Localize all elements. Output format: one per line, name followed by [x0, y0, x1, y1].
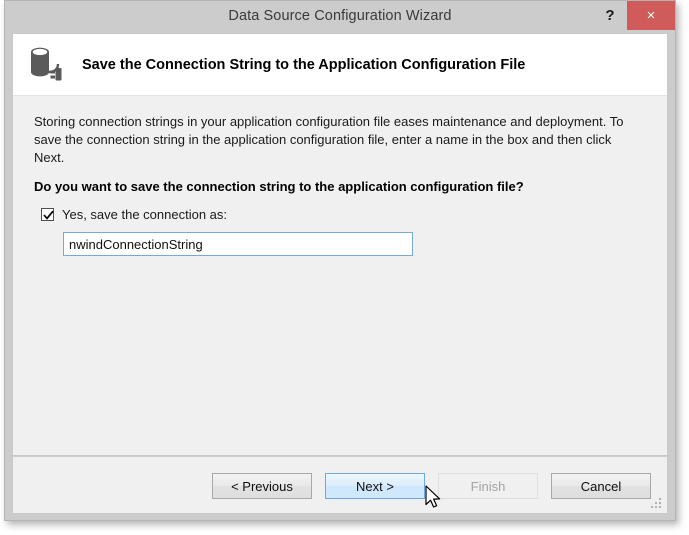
connection-name-row	[63, 232, 647, 256]
question-text: Do you want to save the connection strin…	[34, 179, 524, 194]
page-title: Save the Connection String to the Applic…	[82, 56, 526, 73]
resize-grip-icon[interactable]	[651, 498, 663, 510]
title-bar-buttons: ? ×	[593, 1, 675, 30]
help-button[interactable]: ?	[593, 1, 627, 30]
finish-button: Finish	[438, 473, 538, 499]
save-connection-checkbox-label: Yes, save the connection as:	[62, 207, 228, 222]
close-button[interactable]: ×	[627, 1, 675, 30]
wizard-button-row: < Previous Next > Finish Cancel	[212, 473, 651, 499]
save-connection-checkbox[interactable]	[41, 208, 54, 221]
cancel-button[interactable]: Cancel	[551, 473, 651, 499]
title-bar: Data Source Configuration Wizard ? ×	[5, 1, 675, 30]
previous-button[interactable]: < Previous	[212, 473, 312, 499]
panel-header: Save the Connection String to the Applic…	[13, 34, 667, 96]
window-title: Data Source Configuration Wizard	[228, 7, 452, 24]
connection-name-input[interactable]	[63, 232, 413, 256]
footer-bar: < Previous Next > Finish Cancel	[12, 457, 668, 514]
intro-text: Storing connection strings in your appli…	[34, 114, 624, 165]
panel-body: Storing connection strings in your appli…	[13, 96, 667, 455]
checkmark-icon	[43, 210, 54, 220]
database-connection-icon	[24, 42, 70, 88]
save-connection-checkbox-row[interactable]: Yes, save the connection as:	[41, 207, 647, 222]
content-panel: Save the Connection String to the Applic…	[12, 33, 668, 456]
next-button[interactable]: Next >	[325, 473, 425, 499]
wizard-window: Data Source Configuration Wizard ? × Sav…	[4, 0, 676, 521]
